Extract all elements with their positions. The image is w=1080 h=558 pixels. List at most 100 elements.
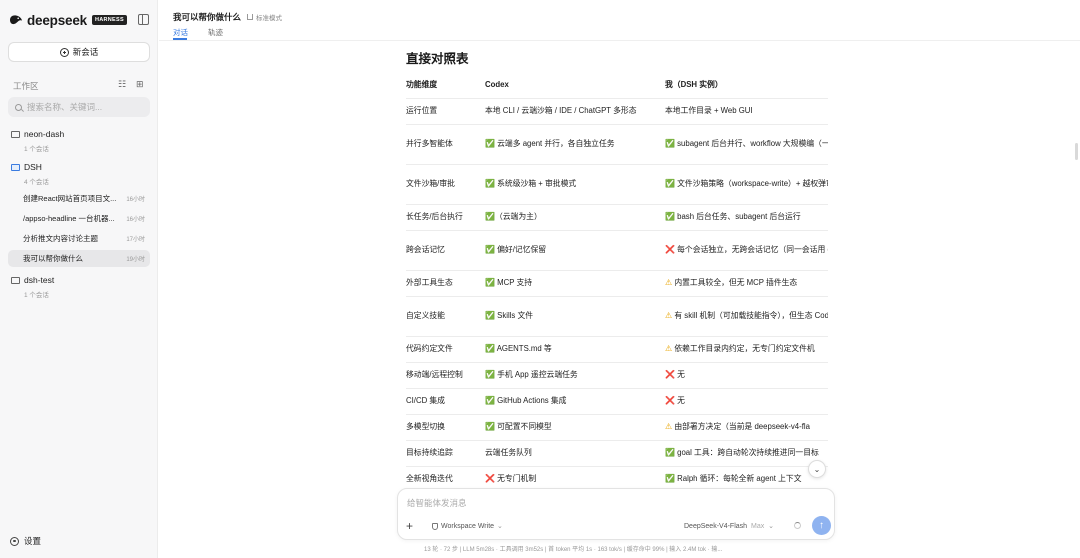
shield-icon [432,522,438,530]
table-cell-dsh: ❌ 每个会话独立，无跨会话记忆（同一会话用 goal 持续追踪） [665,230,828,271]
search-icon [15,103,22,111]
check-icon: ✅ [485,179,495,189]
harness-badge: HARNESS [91,15,127,25]
search-input[interactable] [27,102,137,112]
table-cell-codex: ❌ 无专门机制 [485,466,665,488]
table-row: 运行位置 本地 CLI / 云端沙箱 / IDE / ChatGPT 多形态 本地工… [406,98,828,125]
send-button[interactable]: ↑ [812,516,831,535]
check-icon: ✅ [665,139,675,149]
column-header: 功能维度 [406,72,485,99]
mode-indicator[interactable]: 标准模式 [247,12,282,22]
check-icon: ✅ [485,245,495,255]
table-cell-dsh: ✅ 文件沙箱策略（workspace-write）+ 越权弹审批 [665,164,828,205]
table-cell-dim: 文件沙箱/审批 [406,164,485,205]
settings-button[interactable]: 设置 [10,535,41,547]
model-variant: Max [750,523,765,530]
scroll-down-button[interactable]: ⌄ [808,460,826,478]
sidebar-toggle-icon[interactable] [138,14,149,25]
table-cell-codex: ✅ 偏好/记忆保留 [485,230,665,271]
table-cell-dim: 跨会话记忆 [406,230,485,271]
workspace-mode-select[interactable]: Workspace Write ⌄ [432,522,503,530]
folder-neon-dash[interactable]: neon-dash [11,129,64,139]
warning-icon: ⚠ [665,278,673,288]
table-row: 外部工具生态 ✅ MCP 支持 ⚠ 内置工具较全，但无 MCP 插件生态 [406,270,828,297]
new-folder-icon[interactable]: ⊞ [136,80,145,89]
new-chat-button[interactable]: 新会话 [8,42,150,62]
folder-count: 1 个会话 [24,292,49,299]
table-row: 移动端/远程控制 ✅ 手机 App 遥控云端任务 ❌ 无 [406,362,828,389]
tab-trace[interactable]: 轨迹 [208,27,223,38]
table-cell-codex: ✅ MCP 支持 [485,270,665,297]
session-item[interactable]: /appso-headline 一台机器... 16小时 [8,210,150,227]
check-icon: ✅ [665,474,675,484]
table-cell-dsh: ✅ goal 工具：跨自动轮次持续推进同一目标 [665,440,828,467]
table-cell-codex: ✅ Skills 文件 [485,296,665,337]
header-divider [159,40,1080,41]
folder-name: dsh-test [24,275,55,285]
new-chat-label: 新会话 [72,47,99,57]
session-title: /appso-headline 一台机器... [23,214,115,223]
cross-icon: ❌ [665,245,675,255]
session-item-active[interactable]: 我可以帮你做什么 19小时 [8,250,150,267]
table-cell-codex: ✅ 可配置不同模型 [485,414,665,441]
warning-icon: ⚠ [665,311,673,321]
attach-plus-icon[interactable]: + [406,519,413,533]
table-row: 跨会话记忆✅ 偏好/记忆保留❌ 每个会话独立，无跨会话记忆（同一会话用 goal… [406,230,828,271]
model-select[interactable]: DeepSeek-V4-Flash Max ⌄ [684,522,774,530]
table-cell-dim: 多模型切换 [406,414,485,441]
folder-dsh-test[interactable]: dsh-test [11,275,54,285]
check-icon: ✅ [485,370,495,380]
session-title: 我可以帮你做什么 [23,254,83,263]
table-cell-codex: ✅ 系统级沙箱 + 审批模式 [485,164,665,205]
message-input[interactable] [407,497,807,511]
folder-count: 4 个会话 [24,179,49,186]
cross-icon: ❌ [485,474,495,484]
check-icon: ✅ [665,448,675,458]
session-item[interactable]: 分析推文内容讨论主题 17小时 [8,230,150,247]
check-icon: ✅ [485,344,495,354]
folder-name: neon-dash [24,129,65,139]
model-name: DeepSeek-V4-Flash [684,523,748,530]
settings-label: 设置 [24,536,42,546]
session-time: 16小时 [126,217,145,223]
tab-chat[interactable]: 对话 [173,27,188,38]
loading-spinner-icon [794,522,801,529]
session-item[interactable]: 创建React网站首页项目文... 16小时 [8,190,150,207]
warning-icon: ⚠ [665,344,673,354]
table-row: CI/CD 集成 ✅ GitHub Actions 集成 ❌ 无 [406,388,828,415]
brand-logo: deepseek HARNESS [9,12,127,28]
filter-icon[interactable]: ☷ [118,80,127,89]
comparison-table: 功能维度 Codex 我（DSH 实例） 运行位置 本地 CLI / 云端沙箱 /… [406,72,828,488]
table-cell-dim: 并行多智能体 [406,124,485,165]
check-icon: ✅ [485,422,495,432]
table-row: 代码约定文件 ✅ AGENTS.md 等 ⚠ 依赖工作目录内约定，无专门约定文件机 [406,336,828,363]
home-icon [247,14,253,20]
table-row: 文件沙箱/审批 ✅ 系统级沙箱 + 审批模式 ✅ 文件沙箱策略（workspace-… [406,164,828,205]
table-cell-dim: 自定义技能 [406,296,485,337]
table-cell-codex: ✅ 手机 App 遥控云端任务 [485,362,665,389]
table-row: 目标持续追踪 云端任务队列 ✅ goal 工具：跨自动轮次持续推进同一目标 [406,440,828,467]
table-cell-dsh: ❌ 无 [665,388,828,415]
chevron-down-icon: ⌄ [497,523,503,530]
table-cell-dsh: 本地工作目录 + Web GUI [665,98,828,125]
search-box[interactable] [8,97,150,117]
table-cell-dsh: ✅ subagent 后台并行、workflow 大规模编（一次几百个子任务） [665,124,828,165]
session-time: 17小时 [126,237,145,243]
table-row: 全新视角迭代 ❌ 无专门机制 ✅ Ralph 循环：每轮全新 agent 上下文 [406,466,828,488]
table-header-row: 功能维度 Codex 我（DSH 实例） [406,72,828,99]
page-scrollbar[interactable] [1075,143,1078,160]
folder-open-icon [11,163,20,171]
table-cell-codex: ✅（云端为主） [485,204,665,231]
check-icon: ✅ [485,311,495,321]
column-header: 我（DSH 实例） [665,72,828,99]
folder-dsh[interactable]: DSH [11,162,42,172]
column-header: Codex [485,72,665,99]
table-row: 自定义技能 ✅ Skills 文件 ⚠ 有 skill 机制（可加载技能指令），但生… [406,296,828,337]
check-icon: ✅ [485,396,495,406]
table-cell-dsh: ⚠ 由部署方决定（当前是 deepseek-v4-fla [665,414,828,441]
brand-name: deepseek [27,12,87,28]
cross-icon: ❌ [665,370,675,380]
folder-icon [11,276,20,284]
gear-icon [10,536,19,546]
mode-label: 标准模式 [256,15,282,22]
